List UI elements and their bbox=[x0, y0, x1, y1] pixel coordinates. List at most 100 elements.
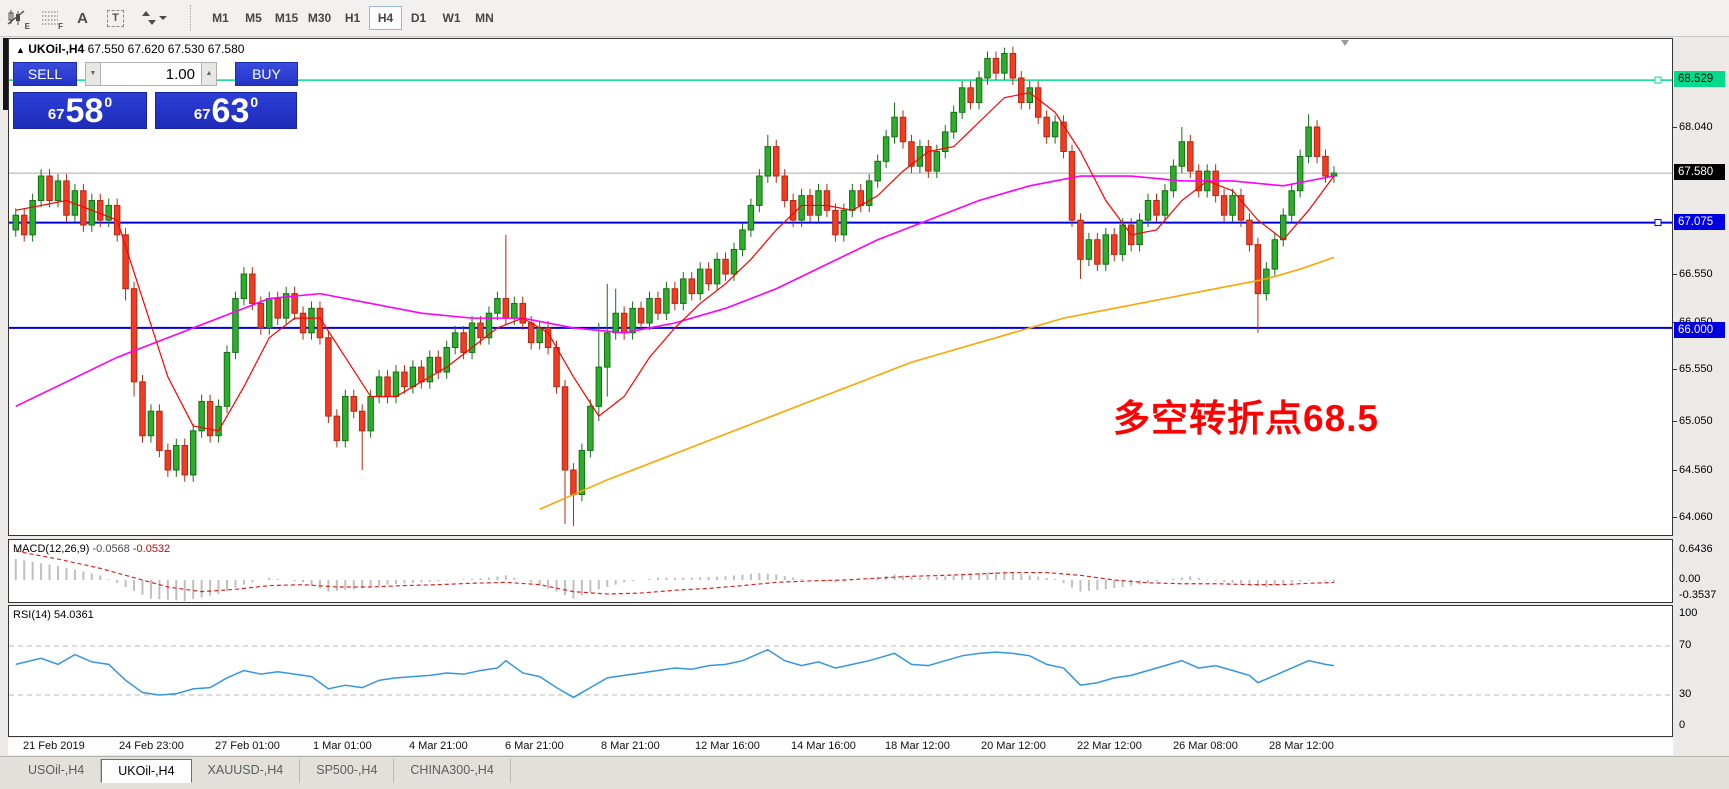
one-click-trade-panel: SELL ▼ ▲ BUY bbox=[13, 62, 298, 86]
sell-price-display[interactable]: 67 58 0 bbox=[13, 92, 147, 129]
candle-body bbox=[723, 259, 729, 274]
candle-body bbox=[359, 411, 365, 431]
candle-body bbox=[1078, 220, 1084, 259]
candle-body bbox=[571, 470, 577, 495]
candle-body bbox=[613, 313, 619, 333]
toolbar-separator bbox=[190, 5, 198, 31]
candle-body bbox=[596, 367, 602, 406]
candle-body bbox=[461, 333, 467, 353]
candle-body bbox=[452, 333, 458, 348]
time-axis-label: 26 Mar 08:00 bbox=[1173, 740, 1238, 752]
candle-body bbox=[757, 176, 763, 205]
text-label-icon[interactable]: A bbox=[66, 4, 99, 32]
candle-body bbox=[393, 372, 399, 397]
candle-body bbox=[30, 201, 36, 235]
candle-body bbox=[334, 416, 340, 441]
candle-body bbox=[385, 377, 391, 397]
tab-ukoilh4[interactable]: UKOil-,H4 bbox=[101, 759, 191, 783]
volume-decrease-button[interactable]: ▼ bbox=[85, 62, 101, 86]
tab-usoilh4[interactable]: USOil-,H4 bbox=[12, 759, 101, 783]
main-toolbar: E F A T M1M5M15M30H1H4D1W1MN bbox=[0, 0, 1729, 37]
buy-price-display[interactable]: 67 63 0 bbox=[155, 92, 297, 129]
price-level-label: 67.580 bbox=[1674, 164, 1725, 180]
candle-body bbox=[655, 299, 661, 314]
moving-average-line bbox=[16, 93, 1334, 431]
timeframe-m1[interactable]: M1 bbox=[204, 6, 237, 30]
candle-body bbox=[38, 176, 44, 201]
chart-quotes: 67.550 67.620 67.530 67.580 bbox=[88, 42, 245, 56]
candle-body bbox=[419, 367, 425, 382]
tab-china300h4[interactable]: CHINA300-,H4 bbox=[394, 759, 510, 783]
candle-body bbox=[672, 289, 678, 304]
collapse-arrow-icon[interactable]: ▲ bbox=[16, 45, 25, 55]
volume-increase-button[interactable]: ▲ bbox=[201, 62, 217, 86]
candle-body bbox=[123, 235, 129, 289]
candle-body bbox=[503, 299, 509, 319]
timeframe-h1[interactable]: H1 bbox=[336, 6, 369, 30]
timeframe-m5[interactable]: M5 bbox=[237, 6, 270, 30]
price-tick-label: 66.550 bbox=[1679, 268, 1713, 280]
timeframe-m15[interactable]: M15 bbox=[270, 6, 303, 30]
time-axis: 21 Feb 201924 Feb 23:0027 Feb 01:001 Mar… bbox=[8, 738, 1673, 755]
candle-body bbox=[926, 147, 932, 172]
tab-xauusdh4[interactable]: XAUUSD-,H4 bbox=[192, 759, 301, 783]
price-tick-dash bbox=[1672, 369, 1677, 370]
sell-button[interactable]: SELL bbox=[13, 62, 77, 86]
candle-body bbox=[588, 406, 594, 450]
arrange-windows-icon[interactable] bbox=[132, 4, 176, 32]
time-axis-label: 6 Mar 21:00 bbox=[505, 740, 564, 752]
candle-body bbox=[790, 201, 796, 221]
timeframe-h4[interactable]: H4 bbox=[369, 6, 402, 30]
candle-body bbox=[1297, 156, 1303, 190]
candle-body bbox=[1044, 117, 1050, 137]
candle-body bbox=[664, 289, 670, 314]
candle-body bbox=[1095, 240, 1101, 265]
candle-body bbox=[317, 308, 323, 337]
candle-body bbox=[900, 117, 906, 142]
line-handle[interactable] bbox=[1655, 220, 1661, 226]
price-tick-label: 65.050 bbox=[1679, 415, 1713, 427]
candle-body bbox=[621, 313, 627, 333]
candle-body bbox=[326, 338, 332, 416]
timeframe-w1[interactable]: W1 bbox=[435, 6, 468, 30]
candle-body bbox=[351, 397, 357, 412]
chart-symbol: UKOil-,H4 bbox=[28, 42, 84, 56]
candle-body bbox=[993, 58, 999, 73]
time-axis-label: 28 Mar 12:00 bbox=[1269, 740, 1334, 752]
candle-body bbox=[300, 313, 306, 333]
candle-body bbox=[638, 308, 644, 323]
timeframe-d1[interactable]: D1 bbox=[402, 6, 435, 30]
buy-button[interactable]: BUY bbox=[235, 62, 298, 86]
candle-body bbox=[190, 431, 196, 475]
time-axis-label: 27 Feb 01:00 bbox=[215, 740, 280, 752]
candle-body bbox=[1179, 142, 1185, 167]
candle-body bbox=[1027, 88, 1033, 103]
timeframe-m30[interactable]: M30 bbox=[303, 6, 336, 30]
candle-body bbox=[241, 274, 247, 299]
macd-indicator-canvas[interactable] bbox=[8, 539, 1673, 603]
candle-body bbox=[1035, 88, 1041, 117]
candle-body bbox=[1323, 156, 1329, 176]
candle-body bbox=[985, 58, 991, 78]
text-box-icon[interactable]: T bbox=[99, 4, 132, 32]
macd-label: MACD(12,26,9) -0.0568 -0.0532 bbox=[13, 543, 170, 555]
indicators-candles-icon[interactable]: E bbox=[0, 4, 33, 32]
grid-icon[interactable]: F bbox=[33, 4, 66, 32]
candle-body bbox=[706, 269, 712, 284]
chart-shift-marker bbox=[1341, 40, 1349, 46]
symbol-tabbar: USOil-,H4UKOil-,H4XAUUSD-,H4SP500-,H4CHI… bbox=[0, 756, 1729, 789]
candle-body bbox=[1069, 152, 1075, 221]
price-level-label: 66.000 bbox=[1674, 322, 1725, 338]
candle-body bbox=[841, 210, 847, 235]
time-axis-label: 22 Mar 12:00 bbox=[1077, 740, 1142, 752]
line-handle[interactable] bbox=[1655, 77, 1661, 83]
candle-body bbox=[681, 279, 687, 304]
tab-sp500h4[interactable]: SP500-,H4 bbox=[300, 759, 394, 783]
timeframe-mn[interactable]: MN bbox=[468, 6, 501, 30]
chart-header: ▲ UKOil-,H4 67.550 67.620 67.530 67.580 bbox=[16, 42, 244, 56]
macd-axis-label: 0.6436 bbox=[1679, 543, 1713, 555]
candle-body bbox=[64, 181, 69, 215]
volume-input[interactable] bbox=[101, 62, 201, 86]
rsi-indicator-canvas[interactable] bbox=[8, 605, 1673, 737]
price-tick-dash bbox=[1672, 421, 1677, 422]
